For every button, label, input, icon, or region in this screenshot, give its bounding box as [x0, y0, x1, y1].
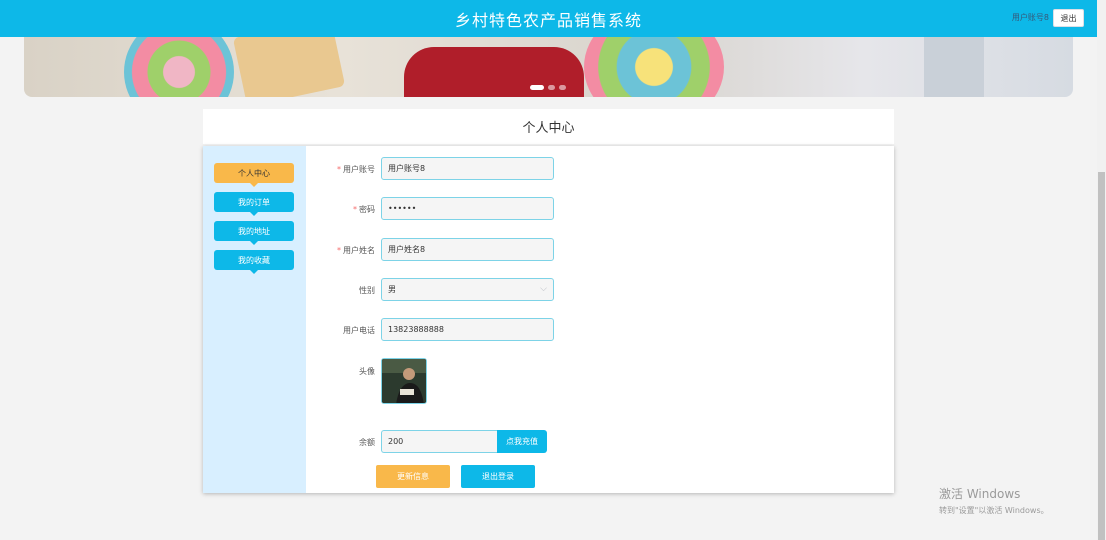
- chevron-down-icon: ⌵: [540, 284, 547, 294]
- name-input[interactable]: 用户姓名8: [381, 238, 554, 261]
- carousel-indicators[interactable]: [530, 85, 566, 90]
- logout-button[interactable]: 退出: [1053, 9, 1084, 27]
- avatar-upload[interactable]: [381, 358, 427, 404]
- page-title-bar: 个人中心: [203, 109, 894, 144]
- banner-art: [924, 37, 984, 97]
- account-input[interactable]: 用户账号8: [381, 157, 554, 180]
- scrollbar-thumb[interactable]: [1098, 172, 1105, 540]
- gender-select[interactable]: 男 ⌵: [381, 278, 554, 301]
- sidebar: 个人中心 我的订单 我的地址 我的收藏: [203, 146, 306, 493]
- banner-carousel[interactable]: [24, 37, 1073, 97]
- update-info-button[interactable]: 更新信息: [376, 465, 450, 488]
- password-input[interactable]: ••••••: [381, 197, 554, 220]
- sidebar-item-favorites[interactable]: 我的收藏: [214, 250, 294, 274]
- balance-input[interactable]: 200: [381, 430, 497, 453]
- username: 用户账号8: [1011, 13, 1049, 22]
- profile-panel: 个人中心 我的订单 我的地址 我的收藏 * 用户账号 用户账号8 * 密码 ••••…: [203, 146, 894, 493]
- banner-art: [584, 37, 724, 97]
- balance-label: 余额: [359, 438, 375, 447]
- phone-input[interactable]: 13823888888: [381, 318, 554, 341]
- sidebar-item-orders[interactable]: 我的订单: [214, 192, 294, 216]
- sidebar-item-address[interactable]: 我的地址: [214, 221, 294, 245]
- scrollbar[interactable]: [1097, 0, 1106, 540]
- windows-activation-watermark: 激活 Windows 转到"设置"以激活 Windows。: [939, 485, 1049, 516]
- recharge-button[interactable]: 点我充值: [497, 430, 547, 453]
- banner-art: [124, 37, 234, 97]
- avatar-label: 头像: [359, 367, 375, 376]
- watermark-line1: 激活 Windows: [939, 487, 1021, 501]
- phone-label: 用户电话: [343, 326, 375, 335]
- site-title: 乡村特色农产品销售系统: [454, 10, 642, 30]
- avatar-image: [382, 359, 426, 403]
- banner-art: [232, 37, 346, 97]
- logout-account-button[interactable]: 退出登录: [461, 465, 535, 488]
- sidebar-item-profile[interactable]: 个人中心: [214, 163, 294, 187]
- top-bar: 乡村特色农产品销售系统 用户账号8 退出: [0, 0, 1097, 37]
- page-title: 个人中心: [522, 121, 575, 136]
- name-label: * 用户姓名: [337, 246, 375, 255]
- watermark-line2: 转到"设置"以激活 Windows。: [939, 506, 1049, 515]
- account-label: * 用户账号: [337, 165, 375, 174]
- gender-value: 男: [388, 285, 396, 294]
- gender-label: 性别: [359, 286, 375, 295]
- password-label: * 密码: [353, 205, 375, 214]
